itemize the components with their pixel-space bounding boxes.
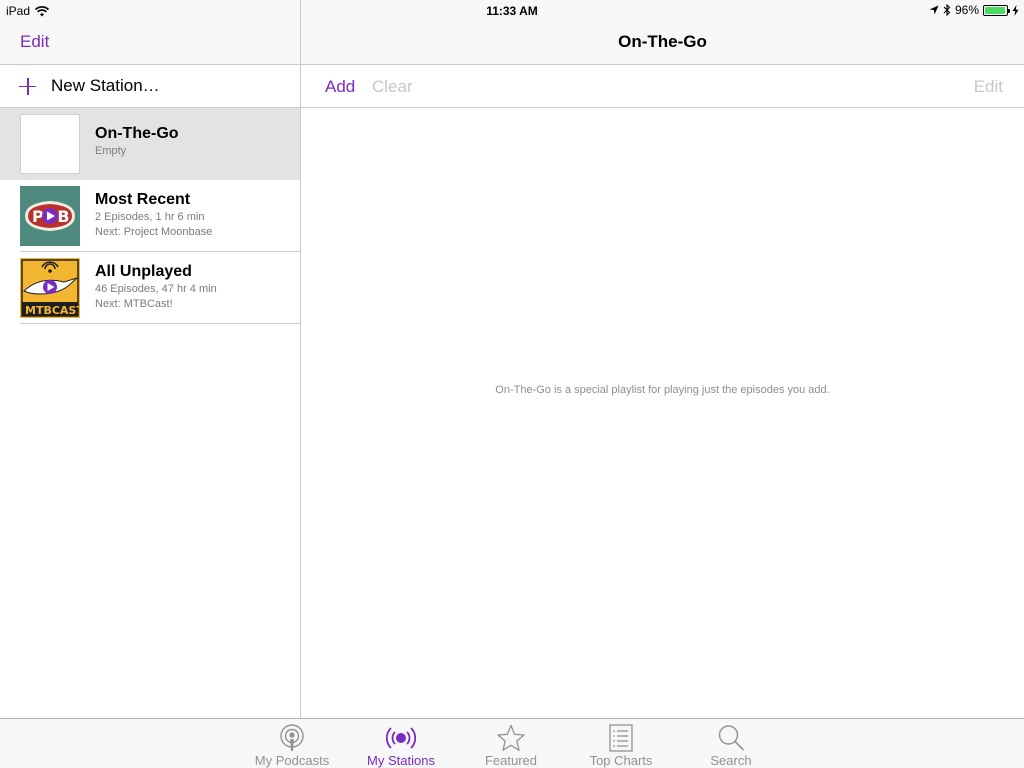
detail-toolbar: Add Clear Edit: [301, 65, 1024, 108]
mtbcast-podcast-artwork: MTBCAST: [20, 258, 80, 318]
podcast-icon: [280, 724, 304, 751]
station-broadcast-icon: [386, 727, 416, 749]
station-row-on-the-go[interactable]: On-The-Go Empty: [0, 108, 300, 180]
battery-level: [985, 6, 1006, 14]
status-bar: iPad 11:33 AM 96%: [0, 0, 1024, 20]
station-next-episode: Next: Project Moonbase: [95, 226, 213, 238]
station-title: Most Recent: [95, 191, 191, 208]
battery-icon: [983, 4, 1010, 16]
status-time: 11:33 AM: [486, 4, 538, 18]
tab-label: Featured: [484, 753, 538, 768]
station-summary: 2 Episodes, 1 hr 6 min: [95, 211, 205, 223]
station-next-episode: Next: MTBCast!: [95, 298, 173, 310]
station-row-all-unplayed[interactable]: MTBCAST All Unplayed 46 Episodes, 47 hr …: [0, 252, 300, 324]
podcasts-app-screen: iPad 11:33 AM 96% Edit New Station… On-T…: [0, 0, 1024, 768]
detail-edit-button[interactable]: Edit: [974, 77, 1003, 97]
stations-sidebar: Edit New Station… On-The-Go Empty POB: [0, 0, 300, 718]
new-station-button[interactable]: New Station…: [0, 65, 300, 108]
station-title: On-The-Go: [95, 125, 179, 142]
station-row-most-recent[interactable]: POB Most Recent 2 Episodes, 1 hr 6 min N…: [0, 180, 300, 252]
tab-my-stations[interactable]: My Stations: [346, 719, 456, 768]
tab-bar: My Podcasts My Stations Featured Top Cha…: [0, 718, 1024, 768]
charging-bolt-icon: [1012, 4, 1019, 16]
station-title: All Unplayed: [95, 263, 192, 280]
list-icon: [609, 724, 633, 752]
bluetooth-icon: [943, 4, 951, 16]
empty-state-message: On-The-Go is a special playlist for play…: [495, 384, 830, 396]
tab-label: My Podcasts: [254, 753, 330, 768]
battery-percent: 96%: [954, 3, 979, 17]
new-station-label: New Station…: [51, 76, 160, 95]
page-title: On-The-Go: [618, 32, 707, 51]
tab-top-charts[interactable]: Top Charts: [566, 719, 676, 768]
clear-button[interactable]: Clear: [372, 77, 413, 97]
tab-label: Search: [710, 753, 752, 768]
tab-search[interactable]: Search: [676, 719, 786, 768]
plus-icon: [19, 77, 36, 95]
station-summary: Empty: [95, 145, 127, 157]
station-artwork-blank: [20, 114, 80, 174]
mtbcast-logo-text: MTBCAST: [25, 304, 80, 317]
location-arrow-icon: [929, 5, 939, 15]
sidebar-edit-button[interactable]: Edit: [20, 32, 49, 52]
pob-podcast-artwork: POB: [20, 186, 80, 246]
tab-label: My Stations: [367, 753, 435, 768]
star-icon: [497, 724, 525, 751]
tab-label: Top Charts: [589, 753, 653, 768]
add-button[interactable]: Add: [325, 77, 355, 97]
tab-my-podcasts[interactable]: My Podcasts: [237, 719, 347, 768]
station-summary: 46 Episodes, 47 hr 4 min: [95, 283, 217, 295]
tab-featured[interactable]: Featured: [456, 719, 566, 768]
search-icon: [718, 725, 744, 751]
